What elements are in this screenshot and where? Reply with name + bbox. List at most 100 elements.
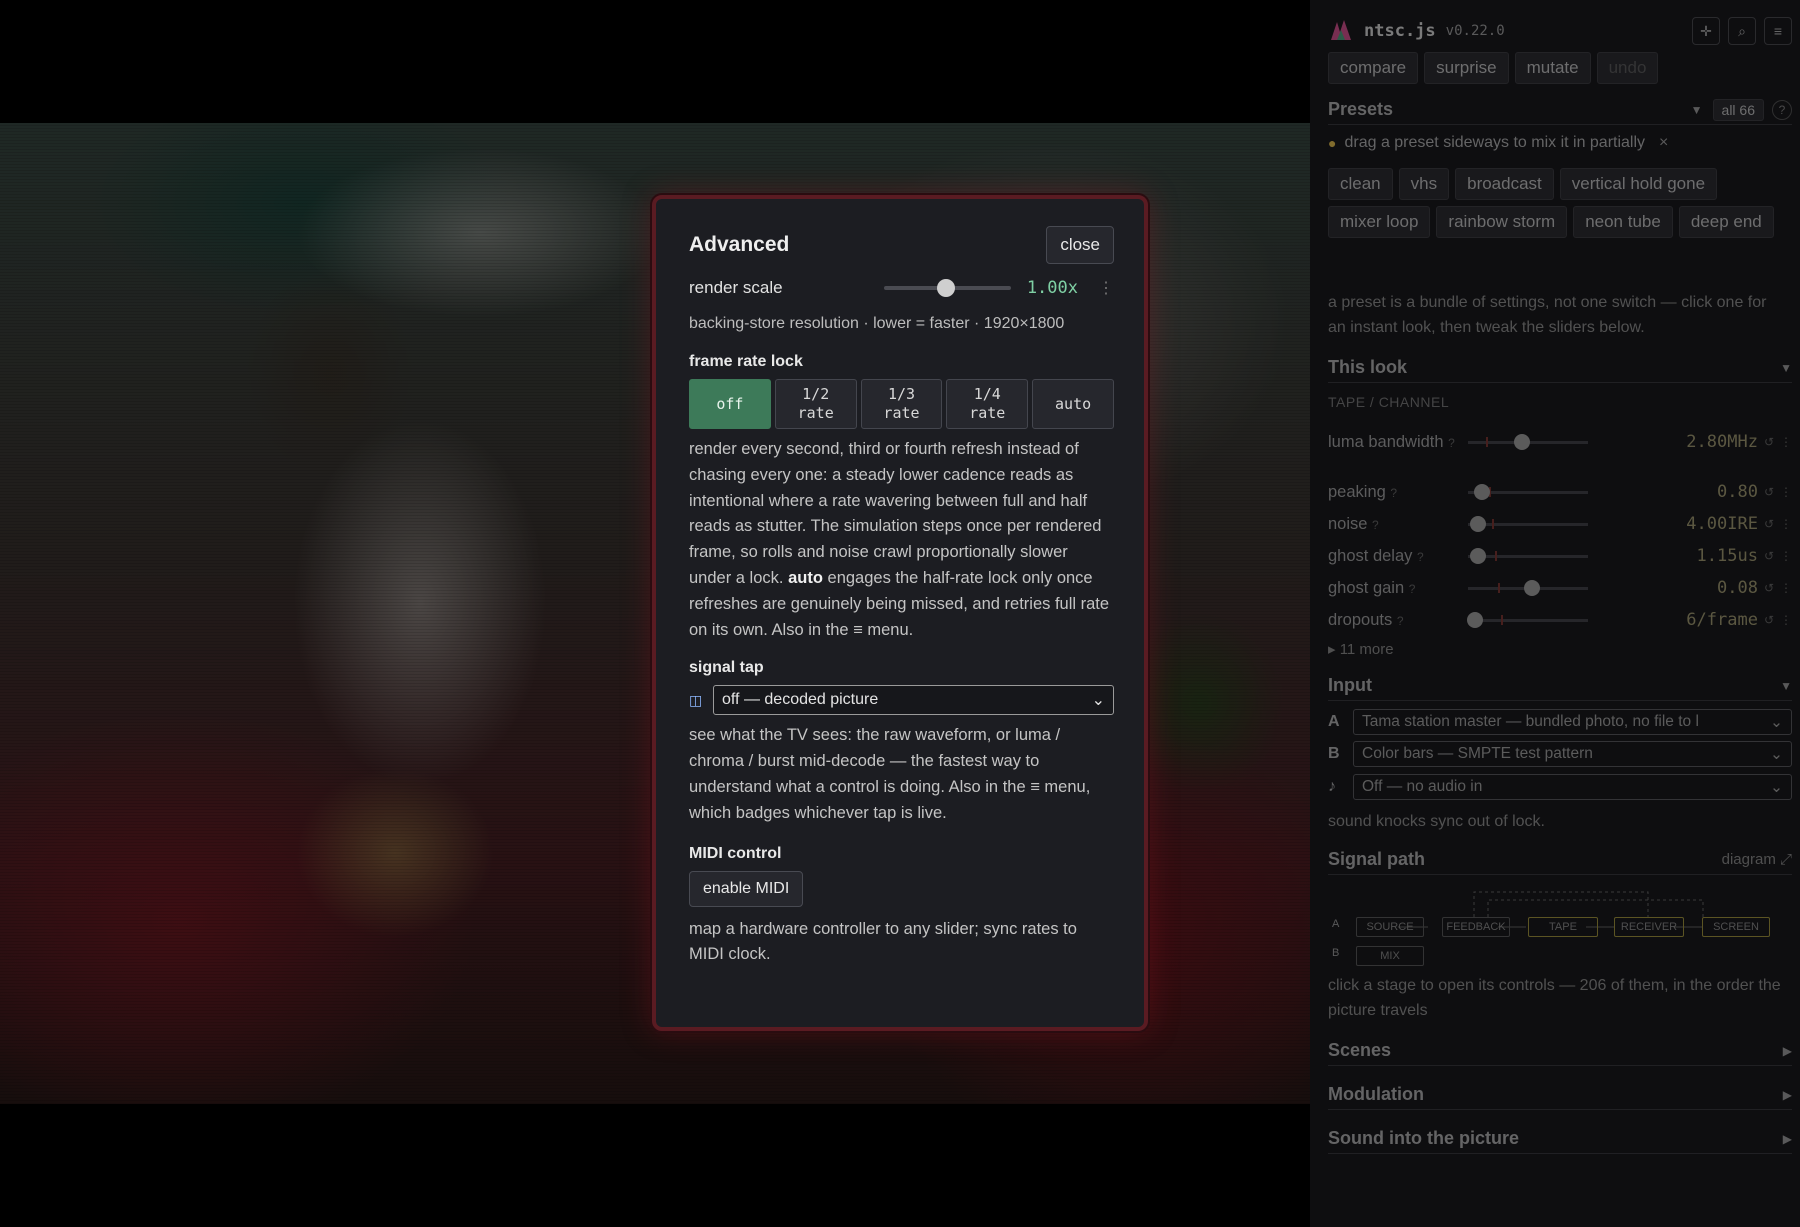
preset-deep-end[interactable]: deep end	[1678, 206, 1774, 238]
more-controls-toggle[interactable]: ▸ 11 more	[1328, 640, 1394, 658]
midi-heading: MIDI control	[689, 844, 782, 862]
tip-close-icon[interactable]: ×	[1659, 134, 1668, 152]
preset-mixer-loop[interactable]: mixer loop	[1328, 206, 1431, 238]
compare-button[interactable]: compare	[1328, 52, 1419, 84]
control-slider[interactable]	[1468, 547, 1588, 564]
help-icon[interactable]: ?	[1390, 486, 1397, 500]
collapse-arrow-icon[interactable]: ▼	[1780, 361, 1792, 375]
diagram-link[interactable]: diagram ⤢	[1722, 851, 1792, 868]
preset-rainbow-storm[interactable]: rainbow storm	[1436, 206, 1568, 238]
frame-rate-auto[interactable]: auto	[1032, 379, 1114, 429]
search-icon[interactable]: ⌕	[1728, 17, 1756, 45]
surprise-button[interactable]: surprise	[1424, 52, 1509, 84]
control-row: ghost delay ? 1.15us ↺ ⋮	[1328, 540, 1792, 572]
lightbulb-icon: ●	[1328, 135, 1337, 151]
preset-broadcast[interactable]: broadcast	[1455, 168, 1554, 200]
more-options-icon[interactable]: ⋮	[1780, 613, 1792, 627]
stage-tape[interactable]: TAPE	[1528, 917, 1598, 937]
slider-thumb[interactable]	[1523, 579, 1540, 596]
reset-icon[interactable]: ↺	[1764, 613, 1774, 627]
control-value: 2.80MHz	[1686, 432, 1758, 452]
this-look-title: This look	[1328, 357, 1408, 377]
filter-chevron-icon[interactable]: ▼	[1691, 103, 1703, 117]
slider-thumb[interactable]	[1514, 433, 1530, 450]
more-options-icon[interactable]: ⋮	[1780, 485, 1792, 499]
input-header[interactable]: Input ▼	[1328, 671, 1792, 701]
preset-vertical-hold-gone[interactable]: vertical hold gone	[1559, 168, 1718, 200]
slider-thumb[interactable]	[1474, 483, 1491, 500]
control-panel: ntsc.js v0.22.0 ✛ ⌕ ≡ compare surprise m…	[1310, 0, 1800, 1227]
render-scale-slider[interactable]	[884, 279, 1011, 297]
help-icon[interactable]: ?	[1409, 582, 1416, 596]
reset-icon[interactable]: ↺	[1764, 549, 1774, 563]
presets-help-icon[interactable]: ?	[1772, 99, 1792, 120]
hamburger-menu-icon[interactable]: ≡	[1764, 17, 1792, 45]
preset-clean[interactable]: clean	[1328, 168, 1393, 200]
reset-icon[interactable]: ↺	[1764, 485, 1774, 499]
help-icon[interactable]: ?	[1397, 614, 1404, 628]
frame-rate-half[interactable]: 1/2 rate	[774, 379, 857, 429]
input-b-select[interactable]: Color bars — SMPTE test pattern ⌄	[1353, 741, 1792, 767]
signal-path-header[interactable]: Signal path diagram ⤢	[1328, 845, 1792, 875]
slider-thumb[interactable]	[1467, 611, 1484, 628]
option-label: off	[716, 394, 744, 413]
control-slider[interactable]	[1467, 611, 1588, 628]
preset-filter[interactable]: all 66	[1712, 98, 1764, 121]
close-button[interactable]: close	[1046, 226, 1114, 264]
control-value: 1.15us	[1696, 546, 1758, 566]
presets-header[interactable]: Presets ▼ all 66 ?	[1328, 95, 1792, 125]
more-options-icon[interactable]: ⋮	[1098, 278, 1114, 298]
mutate-button[interactable]: mutate	[1514, 52, 1591, 84]
sound-into-picture-header[interactable]: Sound into the picture ▶	[1328, 1124, 1792, 1154]
app-logo-icon	[1331, 20, 1351, 40]
slider-thumb[interactable]	[1469, 515, 1486, 532]
render-scale-thumb[interactable]	[936, 279, 955, 297]
preset-neon-tube[interactable]: neon tube	[1573, 206, 1673, 238]
scenes-header[interactable]: Scenes ▶	[1328, 1036, 1792, 1066]
modulation-title: Modulation	[1328, 1084, 1424, 1104]
expand-arrow-icon[interactable]: ▶	[1783, 1132, 1792, 1146]
control-slider[interactable]	[1468, 515, 1588, 532]
slider-thumb[interactable]	[1469, 547, 1486, 564]
undo-button[interactable]: undo	[1596, 52, 1659, 84]
chevron-down-icon: ⌄	[1770, 746, 1783, 763]
more-options-icon[interactable]: ⋮	[1780, 581, 1792, 595]
frame-rate-quarter[interactable]: 1/4 rate	[946, 379, 1029, 429]
frame-rate-off[interactable]: off	[689, 379, 771, 429]
control-slider[interactable]	[1468, 579, 1588, 596]
reset-icon[interactable]: ↺	[1764, 517, 1774, 531]
collapse-arrow-icon[interactable]: ▼	[1780, 679, 1792, 693]
reset-icon[interactable]: ↺	[1764, 435, 1774, 449]
frame-rate-third[interactable]: 1/3 rate	[860, 379, 943, 429]
stage-source[interactable]: SOURCE	[1356, 917, 1424, 937]
fullscreen-icon[interactable]: ✛	[1692, 17, 1720, 45]
control-name: noise ?	[1328, 513, 1468, 536]
enable-midi-button[interactable]: enable MIDI	[689, 870, 804, 907]
expand-arrow-icon[interactable]: ▶	[1783, 1088, 1792, 1102]
split-view-icon[interactable]: ◫	[689, 692, 702, 709]
more-options-icon[interactable]: ⋮	[1780, 435, 1792, 449]
advanced-dialog: Advanced close render scale 1.00x ⋮ back…	[652, 195, 1148, 1031]
help-icon[interactable]: ?	[1448, 436, 1455, 450]
help-icon[interactable]: ?	[1372, 518, 1379, 532]
stage-mix[interactable]: MIX	[1356, 946, 1424, 966]
reset-icon[interactable]: ↺	[1764, 581, 1774, 595]
preset-vhs[interactable]: vhs	[1398, 168, 1450, 200]
action-bar: compare surprise mutate undo	[1328, 52, 1659, 84]
expand-arrow-icon[interactable]: ▶	[1783, 1044, 1792, 1058]
signal-tap-description: see what the TV sees: the raw waveform, …	[689, 726, 1091, 822]
signal-tap-select[interactable]: off — decoded picture ⌄	[713, 685, 1114, 716]
control-slider[interactable]	[1468, 483, 1588, 500]
more-options-icon[interactable]: ⋮	[1780, 517, 1792, 531]
this-look-header[interactable]: This look ▼	[1328, 353, 1792, 383]
more-options-icon[interactable]: ⋮	[1780, 549, 1792, 563]
stage-receiver[interactable]: RECEIVER	[1614, 917, 1684, 937]
help-icon[interactable]: ?	[1417, 550, 1424, 564]
audio-input-select[interactable]: Off — no audio in ⌄	[1353, 774, 1792, 800]
modulation-header[interactable]: Modulation ▶	[1328, 1080, 1792, 1110]
slider-marker	[1501, 614, 1503, 625]
stage-feedback[interactable]: FEEDBACK	[1442, 917, 1510, 937]
control-slider[interactable]	[1468, 433, 1588, 450]
stage-screen[interactable]: SCREEN	[1702, 917, 1770, 937]
input-a-select[interactable]: Tama station master — bundled photo, no …	[1353, 709, 1792, 735]
